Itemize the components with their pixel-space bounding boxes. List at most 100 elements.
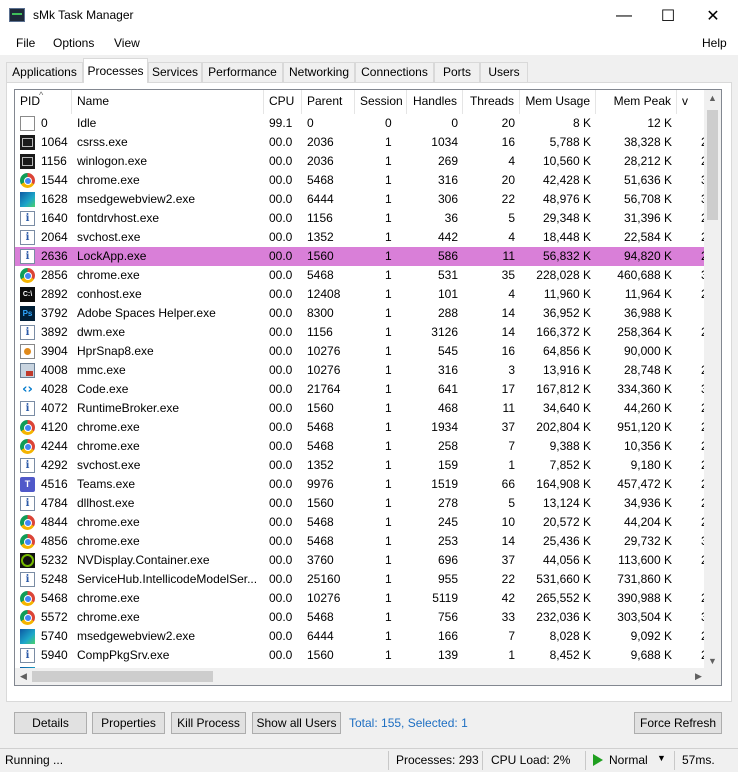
details-button[interactable]: Details	[14, 712, 87, 734]
table-row[interactable]: i 3892 dwm.exe 00.0 1156 1 3126 14 166,372 K 258,…	[15, 323, 717, 342]
table-row[interactable]: i 4072 RuntimeBroker.exe 00.0 1560 1 468 11 34,6…	[15, 399, 717, 418]
process-list[interactable]: ^ PID Name CPU Parent Session Handles Th…	[14, 89, 722, 686]
cell-peak: 460,688 K	[617, 268, 672, 282]
properties-button[interactable]: Properties	[92, 712, 165, 734]
column-header-cpu[interactable]: CPU	[264, 90, 302, 114]
cell-handles: 0	[451, 116, 458, 130]
table-row[interactable]: 0 Idle 99.1 0 0 0 20 8 K 12 K	[15, 114, 707, 133]
table-row[interactable]: i 1640 fontdrvhost.exe 00.0 1156 1 36 5 29,348 K…	[15, 209, 717, 228]
vertical-scroll-thumb[interactable]	[707, 110, 718, 220]
cell-threads: 37	[501, 553, 515, 567]
tab-services[interactable]: Services	[148, 62, 202, 82]
menu-file[interactable]: File	[16, 36, 35, 50]
force-refresh-button[interactable]: Force Refresh	[634, 712, 722, 734]
service-icon: i	[20, 211, 35, 226]
table-row[interactable]: 4856 chrome.exe 00.0 5468 1 253 14 25,436 K 29,7…	[15, 532, 717, 551]
cell-cpu: 00.0	[269, 344, 293, 358]
service-icon: i	[20, 230, 35, 245]
table-row[interactable]: i 2636 LockApp.exe 00.0 1560 1 586 11 56,832 K 94…	[15, 247, 717, 266]
cell-parent: 5468	[307, 420, 334, 434]
column-header-session[interactable]: Session	[355, 90, 407, 114]
cell-name: Adobe Spaces Helper.exe	[77, 306, 216, 320]
table-row[interactable]: i 4292 svchost.exe 00.0 1352 1 159 1 7,852 K 9,18…	[15, 456, 717, 475]
tab-ports[interactable]: Ports	[434, 62, 480, 82]
scroll-up-icon[interactable]: ▲	[704, 90, 721, 107]
status-processes: Processes: 293	[396, 753, 479, 767]
horizontal-scroll-thumb[interactable]	[32, 671, 213, 682]
table-row[interactable]: 5740 msedgewebview2.exe 00.0 6444 1 166 7 8,028…	[15, 627, 717, 646]
table-row[interactable]: 1628 msedgewebview2.exe 00.0 6444 1 306 22 48,9…	[15, 190, 717, 209]
column-header-mem-peak[interactable]: Mem Peak	[596, 90, 677, 114]
cell-peak: 51,636 K	[623, 173, 672, 187]
table-row[interactable]: i 5248 ServiceHub.IntellicodeModelSer... 00…	[15, 570, 707, 589]
priority-dropdown[interactable]: Normal	[609, 753, 648, 767]
cell-handles: 258	[437, 439, 458, 453]
table-row[interactable]: Ps 3792 Adobe Spaces Helper.exe 00.0 8300 1 28…	[15, 304, 707, 323]
tab-networking[interactable]: Networking	[283, 62, 355, 82]
table-row[interactable]: 1156 winlogon.exe 00.0 2036 1 269 4 10,560 K 28,…	[15, 152, 717, 171]
pid-value: 4072	[41, 401, 68, 415]
chevron-down-icon[interactable]: ▼	[657, 753, 666, 763]
tab-processes[interactable]: Processes	[83, 58, 148, 83]
table-row[interactable]: 3904 HprSnap8.exe 00.0 10276 1 545 16 64,856 K 9…	[15, 342, 707, 361]
table-row[interactable]: 1544 chrome.exe 00.0 5468 1 316 20 42,428 K 51,6…	[15, 171, 717, 190]
maximize-icon[interactable]: ☐	[645, 0, 691, 31]
kill-process-button[interactable]: Kill Process	[171, 712, 246, 734]
table-row[interactable]: 4120 chrome.exe 00.0 5468 1 1934 37 202,804 K 95…	[15, 418, 717, 437]
cell-name: Code.exe	[77, 382, 129, 396]
pid-value: 1628	[41, 192, 68, 206]
menu-options[interactable]: Options	[53, 36, 94, 50]
cell-threads: 5	[508, 496, 515, 510]
cell-cpu: 00.0	[269, 401, 293, 415]
table-row[interactable]: 5232 NVDisplay.Container.exe 00.0 3760 1 696 3…	[15, 551, 717, 570]
column-header-name[interactable]: Name	[72, 90, 264, 114]
cell-parent: 6444	[307, 192, 334, 206]
table-row[interactable]: 4844 chrome.exe 00.0 5468 1 245 10 20,572 K 44,2…	[15, 513, 717, 532]
table-row[interactable]: C:\ 2892 conhost.exe 00.0 12408 1 101 4 11,960 K…	[15, 285, 717, 304]
tab-connections[interactable]: Connections	[355, 62, 434, 82]
tab-performance[interactable]: Performance	[202, 62, 283, 82]
cell-parent: 21764	[307, 382, 341, 396]
column-header-pid[interactable]: ^ PID	[15, 90, 72, 114]
tab-applications[interactable]: Applications	[6, 62, 83, 82]
table-row[interactable]: 2856 chrome.exe 00.0 5468 1 531 35 228,028 K 460…	[15, 266, 717, 285]
pid-value: 2892	[41, 287, 68, 301]
table-row[interactable]: T 4516 Teams.exe 00.0 9976 1 1519 66 164,908 K 45…	[15, 475, 717, 494]
play-icon[interactable]	[593, 754, 603, 766]
scroll-left-icon[interactable]: ◀	[15, 668, 32, 685]
table-row[interactable]: 5468 chrome.exe 00.0 10276 1 5119 42 265,552 K 3…	[15, 589, 717, 608]
cell-name: msedgewebview2.exe	[77, 629, 196, 643]
column-header-mem-usage[interactable]: Mem Usage	[520, 90, 596, 114]
cell-cpu: 00.0	[269, 553, 293, 567]
column-header-threads[interactable]: Threads	[463, 90, 520, 114]
menu-help[interactable]: Help	[702, 36, 727, 50]
table-row[interactable]: i 2064 svchost.exe 00.0 1352 1 442 4 18,448 K 22,…	[15, 228, 717, 247]
scrollbar-corner	[704, 668, 721, 685]
cell-handles: 756	[437, 610, 458, 624]
cell-name: chrome.exe	[77, 420, 140, 434]
column-header-parent[interactable]: Parent	[302, 90, 355, 114]
minimize-icon[interactable]: —	[601, 0, 647, 31]
horizontal-scrollbar[interactable]: ◀ ▶	[15, 668, 707, 685]
cell-threads: 7	[508, 629, 515, 643]
table-row[interactable]: 1064 csrss.exe 00.0 2036 1 1034 16 5,788 K 38,32…	[15, 133, 717, 152]
cell-name: conhost.exe	[77, 287, 142, 301]
table-row[interactable]: i 5940 CompPkgSrv.exe 00.0 1560 1 139 1 8,452 K 9…	[15, 646, 717, 665]
show-all-users-button[interactable]: Show all Users	[252, 712, 341, 734]
table-row[interactable]: 4008 mmc.exe 00.0 10276 1 316 3 13,916 K 28,748 …	[15, 361, 717, 380]
cell-mem: 64,856 K	[542, 344, 591, 358]
table-row[interactable]: ‹› 4028 Code.exe 00.0 21764 1 641 17 167,812 K 33…	[15, 380, 717, 399]
close-icon[interactable]: ✕	[690, 0, 736, 31]
tab-users[interactable]: Users	[480, 62, 528, 82]
cell-name: svchost.exe	[77, 230, 141, 244]
menu-view[interactable]: View	[114, 36, 140, 50]
cell-name: csrss.exe	[77, 135, 128, 149]
pid-value: 3792	[41, 306, 68, 320]
table-row[interactable]: 5572 chrome.exe 00.0 5468 1 756 33 232,036 K 303…	[15, 608, 717, 627]
cell-peak: 457,472 K	[617, 477, 672, 491]
table-row[interactable]: 4244 chrome.exe 00.0 5468 1 258 7 9,388 K 10,356…	[15, 437, 717, 456]
vertical-scrollbar[interactable]: ▲ ▼	[704, 90, 721, 670]
column-header-handles[interactable]: Handles	[407, 90, 463, 114]
cell-cpu: 00.0	[269, 287, 293, 301]
table-row[interactable]: i 4784 dllhost.exe 00.0 1560 1 278 5 13,124 K 34,…	[15, 494, 717, 513]
